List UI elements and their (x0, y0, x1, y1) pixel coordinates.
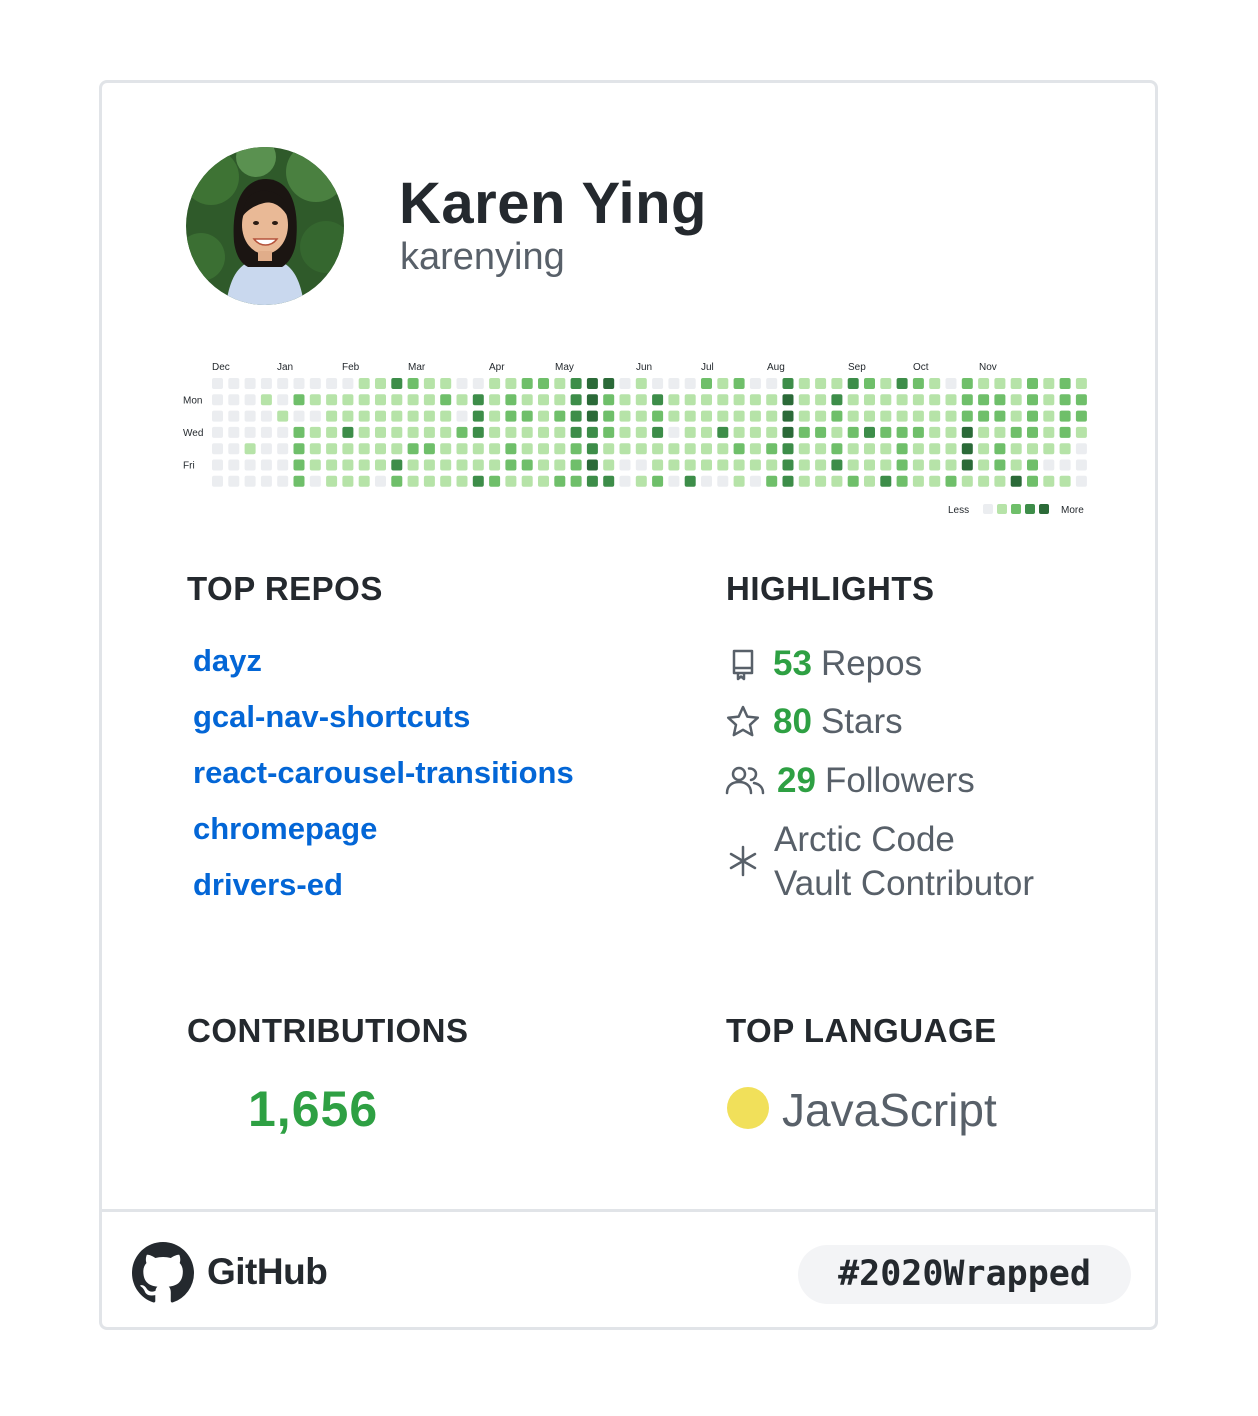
github-logo-icon[interactable] (132, 1242, 194, 1304)
highlights-title: HIGHLIGHTS (726, 570, 935, 607)
repo-link[interactable]: react-carousel-transitions (193, 755, 574, 791)
language-color-dot (727, 1087, 769, 1129)
highlight-stars: 80 Stars (725, 702, 903, 742)
highlight-followers: 29 Followers (725, 761, 975, 801)
arctic-badge-line2: Vault Contributor (774, 864, 1035, 903)
stars-label: Stars (820, 702, 903, 741)
repos-count: 53 (773, 644, 812, 683)
repos-label: Repos (820, 644, 923, 683)
repo-link[interactable]: dayz (193, 643, 262, 679)
contributions-title: CONTRIBUTIONS (187, 1012, 469, 1049)
people-icon (725, 766, 765, 795)
github-wordmark: GitHub (207, 1251, 328, 1292)
followers-label: Followers (824, 761, 975, 800)
snowflake-icon (729, 845, 757, 877)
highlight-repos: 53 Repos (725, 644, 922, 684)
top-repos-title: TOP REPOS (187, 570, 383, 607)
repo-link[interactable]: drivers-ed (193, 867, 343, 903)
followers-count: 29 (777, 761, 816, 800)
top-language-title: TOP LANGUAGE (726, 1012, 997, 1049)
hashtag-badge: #2020Wrapped (798, 1245, 1131, 1304)
star-icon (726, 705, 760, 737)
profile-name: Karen Ying (399, 171, 707, 236)
repo-link[interactable]: chromepage (193, 811, 377, 847)
footer-divider (101, 1209, 1156, 1212)
language-name: JavaScript (782, 1084, 997, 1136)
avatar (186, 147, 344, 305)
repo-link[interactable]: gcal-nav-shortcuts (193, 699, 470, 735)
stars-count: 80 (773, 702, 812, 741)
profile-login: karenying (400, 236, 565, 278)
arctic-badge: Arctic Code Vault Contributor (774, 818, 1034, 906)
repo-icon (732, 649, 754, 681)
arctic-badge-line1: Arctic Code (774, 820, 955, 859)
contributions-count: 1,656 (248, 1081, 379, 1137)
